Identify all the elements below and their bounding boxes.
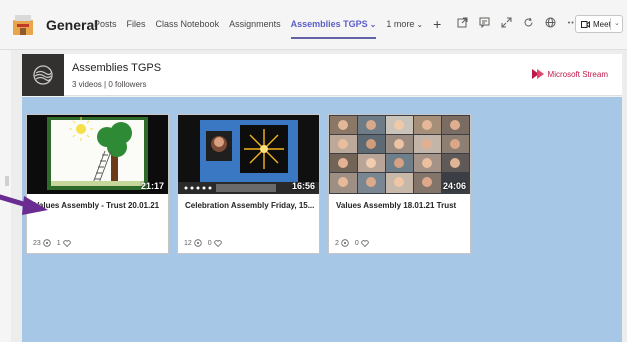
likes-count: 0 [355,240,369,247]
views-count: 23 [33,239,51,247]
heart-icon[interactable] [62,239,71,247]
conversation-icon[interactable] [478,16,490,28]
views-value: 23 [33,239,41,247]
header-actions [456,16,578,28]
tab-more[interactable]: 1 more ⌄ [386,19,423,29]
video-stats: 2 0 [335,239,369,247]
views-count: 12 [184,239,202,247]
meet-divider [610,18,611,30]
likes-value: 1 [56,239,61,247]
views-value: 12 [184,239,192,247]
channel-header: General Posts Files Class Notebook Assig… [0,0,627,50]
tab-class-notebook[interactable]: Class Notebook [156,19,220,29]
microsoft-stream-icon [531,69,544,79]
video-stats: 12 0 [184,239,222,247]
video-card[interactable]: 24:06 Values Assembly 18.01.21 Trust 2 0 [328,114,471,254]
channel-title: Assemblies TGPS [72,62,162,74]
tab-assignments[interactable]: Assignments [229,19,281,29]
chevron-down-icon[interactable]: ⌄ [614,19,620,27]
likes-value: 0 [207,239,212,247]
microsoft-stream-link[interactable]: Microsoft Stream [531,69,608,79]
likes-count: 1 [57,240,71,247]
annotation-arrow-icon [0,194,48,215]
video-title[interactable]: Values Assembly 18.01.21 Trust [336,201,466,210]
views-value: 2 [335,239,339,247]
tab-posts[interactable]: Posts [94,19,117,29]
video-title[interactable]: Celebration Assembly Friday, 15... [185,201,315,210]
team-avatar-icon[interactable] [12,12,34,36]
tab-files[interactable]: Files [127,19,146,29]
chevron-down-icon[interactable]: ⌄ [370,20,377,29]
chevron-down-icon: ⌄ [416,20,424,29]
views-count: 2 [335,239,349,247]
video-duration: 24:06 [442,181,466,191]
video-thumbnail[interactable]: 21:17 [27,115,168,194]
channel-name[interactable]: General [46,17,98,33]
stream-channel-header: Assemblies TGPS 3 videos | 0 followers M… [22,54,622,96]
video-card[interactable]: 21:17 Values Assembly - Trust 20.01.21 2… [26,114,169,254]
meet-button[interactable]: Meet ⌄ [575,15,623,33]
channel-subtitle: 3 videos | 0 followers [72,80,147,89]
stream-channel-icon [33,65,53,85]
eye-icon [43,239,51,247]
tab-assemblies-tgps[interactable]: Assemblies TGPS ⌄ [290,19,377,39]
video-title[interactable]: Values Assembly - Trust 20.01.21 [34,201,164,210]
microsoft-stream-label: Microsoft Stream [547,69,608,79]
eye-icon [341,239,349,247]
open-in-browser-icon[interactable] [456,16,468,28]
likes-count: 0 [208,240,222,247]
refresh-icon[interactable] [522,16,534,28]
likes-value: 0 [354,239,359,247]
expand-icon[interactable] [500,16,512,28]
video-duration: 16:56 [291,181,315,191]
channel-logo [22,54,64,96]
video-thumbnail[interactable]: 16:56 [178,115,319,194]
heart-icon[interactable] [361,239,369,247]
video-stats: 23 1 [33,239,71,247]
rail-handle [5,176,9,186]
add-tab-icon[interactable]: + [433,17,441,31]
tab-bar: Posts Files Class Notebook Assignments A… [94,17,441,39]
meet-button-label: Meet [593,19,611,29]
video-thumbnail[interactable]: 24:06 [329,115,470,194]
video-duration: 21:17 [140,181,164,191]
video-card[interactable]: 16:56 Celebration Assembly Friday, 15...… [177,114,320,254]
video-camera-icon [581,20,590,28]
tab-assemblies-tgps-label: Assemblies TGPS [290,19,368,29]
eye-icon [194,239,202,247]
tab-more-label: 1 more [386,19,415,29]
globe-icon[interactable] [544,16,556,28]
heart-icon[interactable] [213,239,222,247]
